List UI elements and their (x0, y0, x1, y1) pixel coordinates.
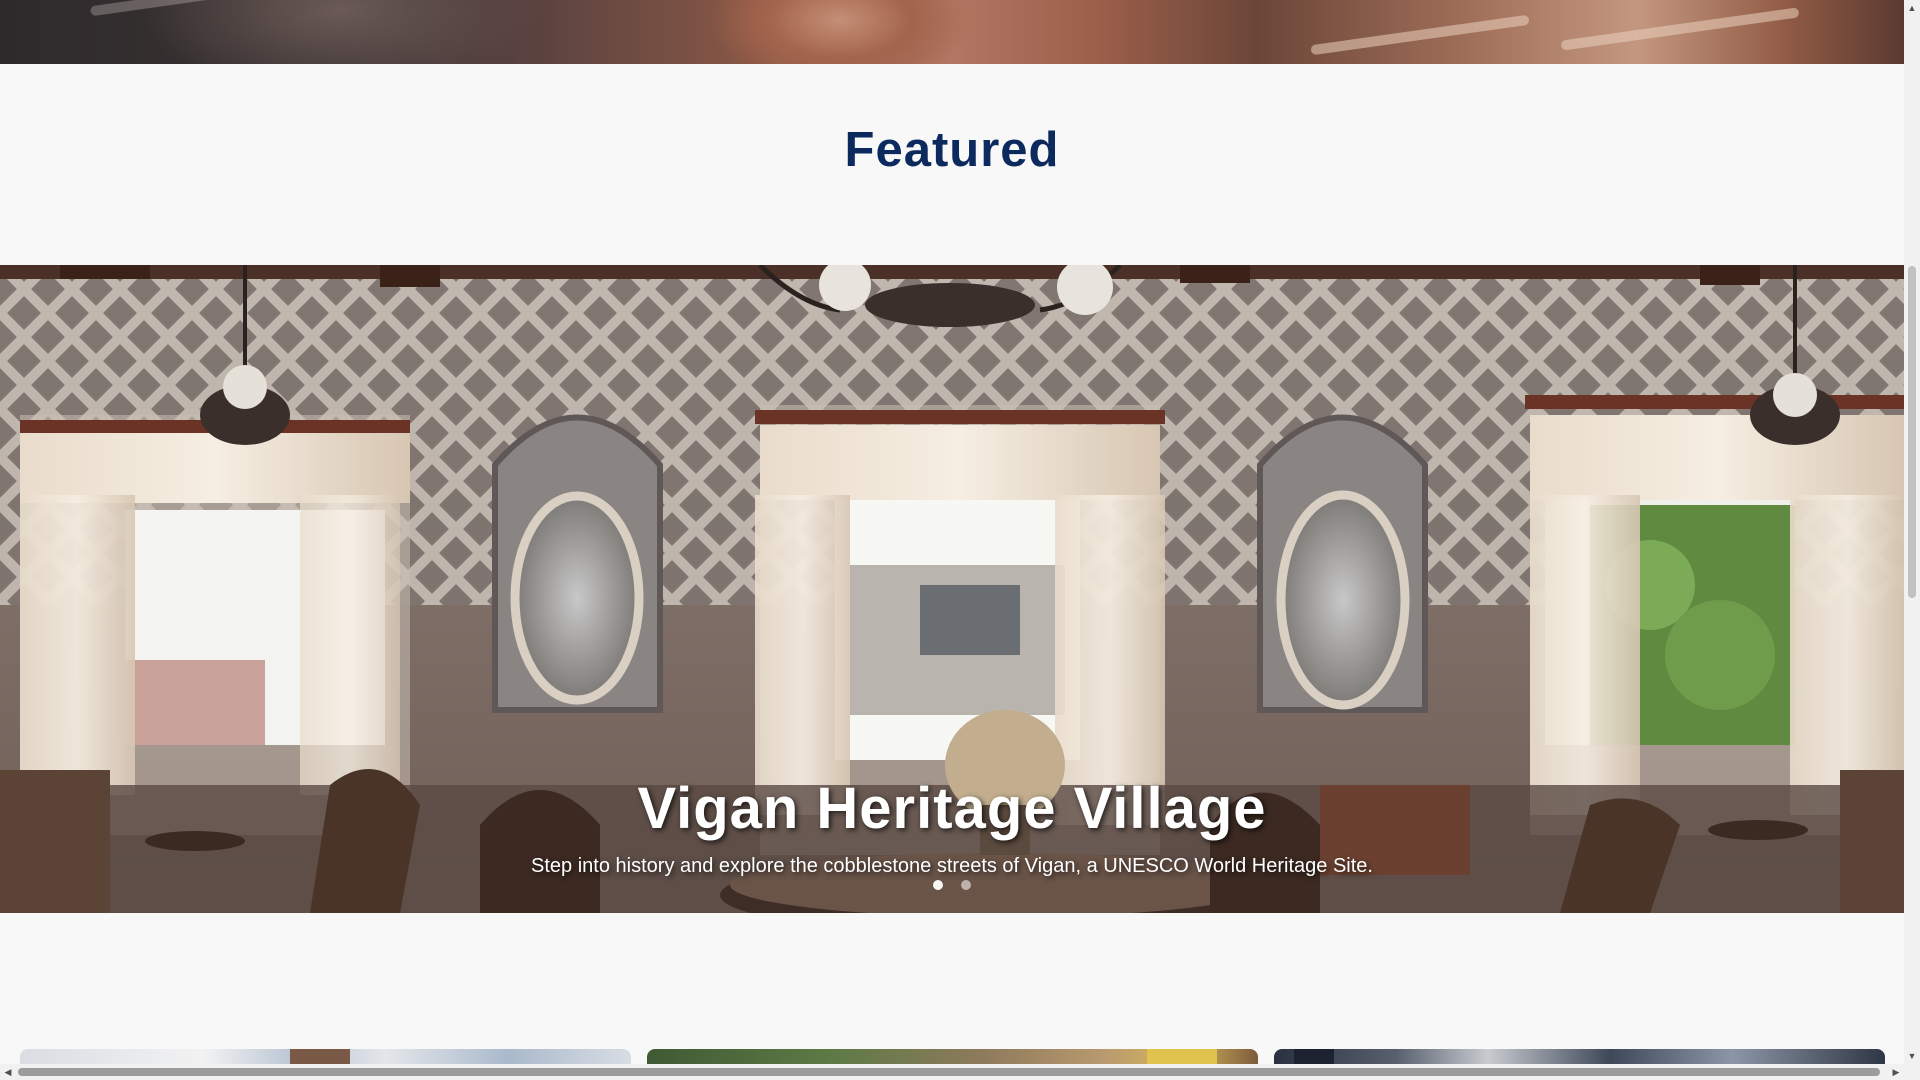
featured-section: Featured (0, 64, 1904, 265)
carousel-slide-title: Vigan Heritage Village (637, 776, 1267, 841)
horizontal-scrollbar-thumb[interactable] (18, 1068, 1880, 1076)
destination-cards (0, 1049, 1904, 1064)
carousel-indicators (0, 880, 1904, 890)
carousel-caption: Vigan Heritage Village Step into history… (0, 777, 1904, 878)
scroll-up-icon[interactable]: ▲ (1907, 2, 1917, 14)
vertical-scrollbar[interactable]: ▲ ▼ (1904, 0, 1920, 1064)
featured-heading: Featured (844, 123, 1060, 177)
page-viewport: Featured Vigan Heritage Village Step int… (0, 0, 1904, 1064)
hero-image-bottom (0, 0, 1904, 64)
scroll-down-icon[interactable]: ▼ (1907, 1050, 1917, 1062)
scroll-right-icon[interactable]: ▶ (1890, 1066, 1902, 1078)
destination-card-3[interactable] (1274, 1049, 1885, 1064)
card-image (1294, 1049, 1334, 1064)
carousel-indicator-1[interactable] (933, 880, 943, 890)
carousel-indicator-2[interactable] (961, 880, 971, 890)
vertical-scrollbar-thumb[interactable] (1908, 266, 1916, 598)
destination-card-2[interactable] (647, 1049, 1258, 1064)
carousel-slide-subtitle: Step into history and explore the cobble… (531, 854, 1373, 877)
featured-carousel[interactable]: Vigan Heritage Village Step into history… (0, 265, 1904, 913)
scroll-left-icon[interactable]: ◀ (2, 1066, 14, 1078)
destination-card-1[interactable] (20, 1049, 631, 1064)
card-image (290, 1049, 350, 1064)
horizontal-scrollbar[interactable]: ◀ ▶ (0, 1064, 1920, 1080)
card-image (1147, 1049, 1217, 1064)
